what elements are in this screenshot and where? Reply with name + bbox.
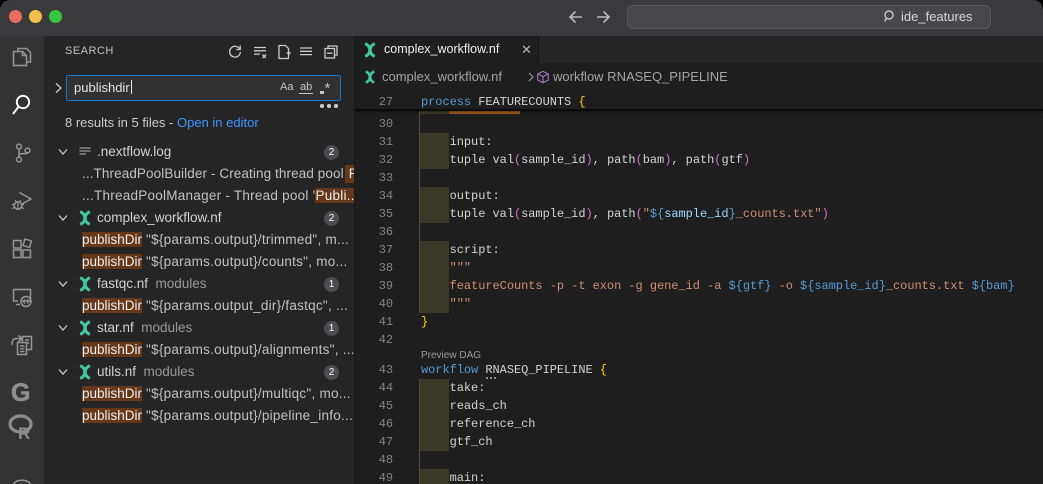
svg-text:R: R	[18, 424, 30, 440]
